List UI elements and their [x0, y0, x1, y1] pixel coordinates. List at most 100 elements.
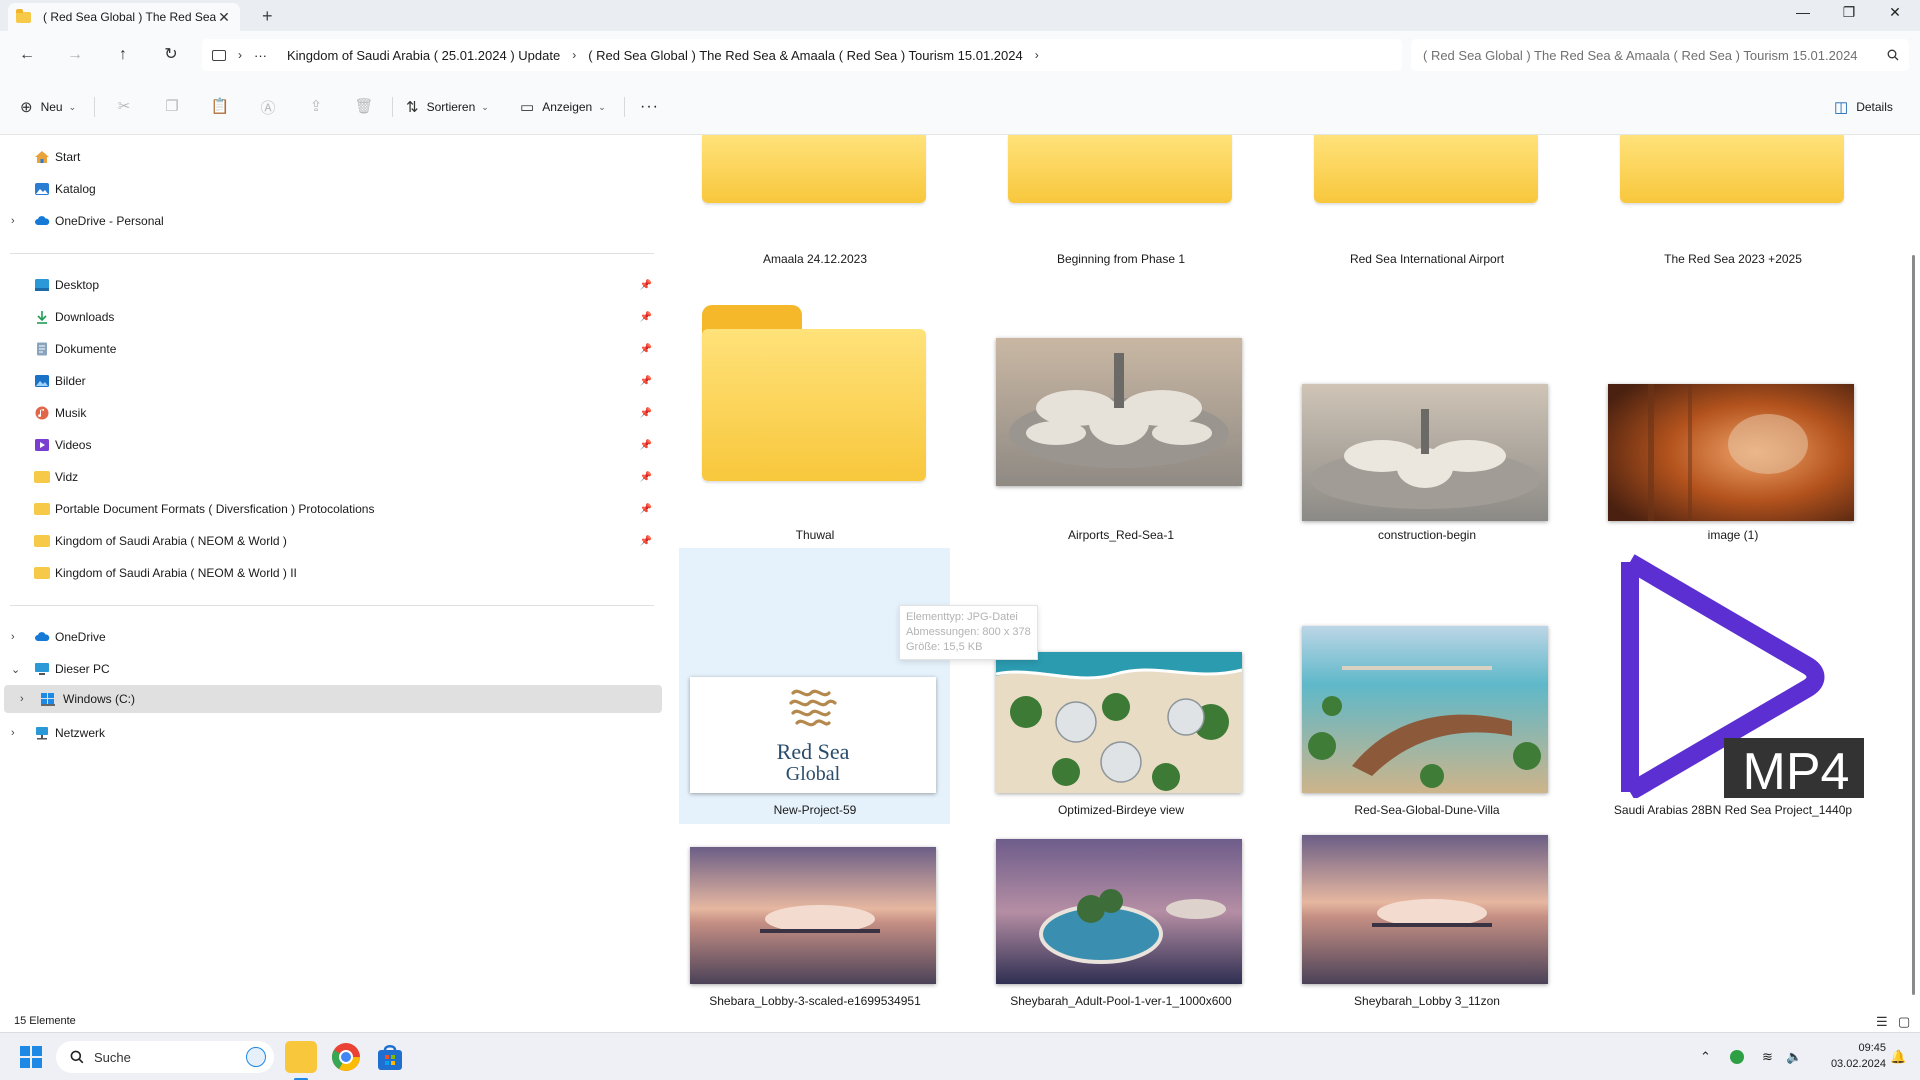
airport-thumbnail: [996, 338, 1242, 486]
sort-label: Sortieren: [426, 100, 476, 114]
refresh-button[interactable]: ↻: [159, 43, 183, 67]
file-explorer-icon[interactable]: [285, 1041, 317, 1080]
copy-icon[interactable]: ❐: [161, 97, 183, 117]
bing-icon[interactable]: [246, 1047, 266, 1067]
chevron-right-icon[interactable]: ›: [11, 215, 15, 227]
tab-red-sea-global[interactable]: ( Red Sea Global ) The Red Sea ✕: [8, 3, 240, 31]
pin-icon[interactable]: 📌: [640, 376, 652, 387]
folder-item[interactable]: Thuwal: [680, 305, 950, 542]
folder-item[interactable]: Amaala 24.12.2023: [680, 135, 950, 275]
chevron-right-icon: ›: [572, 48, 577, 62]
folder-item[interactable]: Red Sea International Airport: [1292, 135, 1562, 275]
chevron-right-icon[interactable]: ›: [11, 631, 15, 643]
chevron-right-icon[interactable]: ›: [11, 727, 15, 739]
image-item[interactable]: Airports_Red-Sea-1: [986, 305, 1256, 542]
chrome-icon[interactable]: [330, 1041, 362, 1073]
sidebar-item-dokumente[interactable]: Dokumente 📌: [0, 335, 662, 363]
sidebar-item-start[interactable]: Start: [0, 143, 662, 171]
image-item[interactable]: construction-begin: [1292, 305, 1562, 542]
wifi-icon[interactable]: ≋: [1762, 1033, 1773, 1080]
sort-button[interactable]: ⇅ Sortieren ⌄: [406, 97, 489, 117]
view-button[interactable]: ▭ Anzeigen ⌄: [520, 97, 606, 117]
pin-icon[interactable]: 📌: [640, 536, 652, 547]
chevron-down-icon: ⌄: [481, 101, 489, 112]
windows-start-icon[interactable]: [20, 1046, 42, 1068]
image-item[interactable]: Sheybarah_Lobby 3_11zon: [1292, 835, 1562, 1008]
cut-icon[interactable]: ✂: [113, 97, 135, 117]
image-item[interactable]: image (1): [1598, 305, 1868, 542]
logo-text-line2: Global: [785, 763, 841, 785]
pin-icon[interactable]: 📌: [640, 472, 652, 483]
image-item-selected[interactable]: Red Sea Global New-Project-59: [680, 548, 950, 824]
paste-icon[interactable]: 📋: [209, 97, 231, 117]
pin-icon[interactable]: 📌: [640, 312, 652, 323]
maximize-button[interactable]: ❐: [1826, 4, 1872, 26]
search-input[interactable]: ( Red Sea Global ) The Red Sea & Amaala …: [1411, 39, 1909, 71]
sidebar-item-ksa-neom[interactable]: Kingdom of Saudi Arabia ( NEOM & World )…: [0, 527, 662, 555]
pin-icon[interactable]: 📌: [640, 344, 652, 355]
volume-icon[interactable]: 🔈: [1786, 1033, 1802, 1080]
security-icon[interactable]: [1730, 1033, 1744, 1080]
sidebar-item-bilder[interactable]: Bilder 📌: [0, 367, 662, 395]
notification-bell-icon[interactable]: 🔔: [1890, 1033, 1906, 1080]
image-item[interactable]: Optimized-Birdeye view: [986, 548, 1256, 824]
share-icon[interactable]: ⇪: [305, 97, 327, 117]
rename-icon[interactable]: Ⓐ: [257, 97, 279, 117]
close-window-button[interactable]: ✕: [1872, 4, 1918, 26]
store-icon[interactable]: [374, 1041, 406, 1073]
folder-item[interactable]: The Red Sea 2023 +2025: [1598, 135, 1868, 275]
image-item[interactable]: Sheybarah_Adult-Pool-1-ver-1_1000x600: [986, 835, 1256, 1008]
vertical-scrollbar[interactable]: [1912, 255, 1915, 995]
breadcrumb-item[interactable]: ( Red Sea Global ) The Red Sea & Amaala …: [588, 48, 1023, 63]
pin-icon[interactable]: 📌: [640, 280, 652, 291]
divider: [624, 97, 625, 117]
pin-icon[interactable]: 📌: [640, 504, 652, 515]
desktop-icon: [35, 279, 49, 291]
delete-icon[interactable]: 🗑: [353, 97, 375, 117]
breadcrumb-overflow[interactable]: ···: [254, 48, 267, 63]
sidebar-item-netzwerk[interactable]: › Netzwerk: [0, 719, 662, 747]
new-button[interactable]: ⊕ Neu ⌄: [20, 97, 76, 117]
sidebar-item-vidz[interactable]: Vidz 📌: [0, 463, 662, 491]
network-icon: [36, 727, 48, 740]
details-button[interactable]: ◫ Details: [1834, 97, 1893, 117]
folder-icon: [34, 503, 50, 515]
image-item[interactable]: Red-Sea-Global-Dune-Villa: [1292, 548, 1562, 824]
sidebar-item-onedrive-personal[interactable]: › OneDrive - Personal: [0, 207, 662, 235]
details-view-icon[interactable]: ☰: [1876, 1014, 1888, 1030]
item-label: Airports_Red-Sea-1: [1067, 528, 1175, 542]
more-options-button[interactable]: ···: [640, 97, 659, 117]
forward-button[interactable]: →: [63, 43, 87, 67]
sidebar-item-desktop[interactable]: Desktop 📌: [0, 271, 662, 299]
minimize-button[interactable]: —: [1780, 4, 1826, 26]
breadcrumb[interactable]: › ··· Kingdom of Saudi Arabia ( 25.01.20…: [202, 39, 1402, 71]
pin-icon[interactable]: 📌: [640, 440, 652, 451]
show-hidden-icons[interactable]: ⌃: [1700, 1033, 1711, 1080]
sidebar-item-musik[interactable]: Musik 📌: [0, 399, 662, 427]
drive-icon: [41, 693, 55, 706]
sidebar-item-videos[interactable]: Videos 📌: [0, 431, 662, 459]
up-button[interactable]: ↑: [111, 43, 135, 67]
sidebar-item-ksa-neom-ii[interactable]: Kingdom of Saudi Arabia ( NEOM & World )…: [0, 559, 662, 587]
back-button[interactable]: ←: [15, 43, 39, 67]
new-tab-button[interactable]: +: [262, 6, 273, 27]
chevron-down-icon[interactable]: ⌄: [11, 663, 20, 676]
image-item[interactable]: Shebara_Lobby-3-scaled-e1699534951: [680, 835, 950, 1008]
chevron-right-icon[interactable]: ›: [20, 693, 24, 705]
sidebar-item-onedrive[interactable]: › OneDrive: [0, 623, 662, 651]
sidebar-item-dieser-pc[interactable]: ⌄ Dieser PC: [0, 655, 662, 683]
item-label: Saudi Arabias 28BN Red Sea Project_1440p: [1613, 803, 1853, 817]
breadcrumb-item[interactable]: Kingdom of Saudi Arabia ( 25.01.2024 ) U…: [287, 48, 560, 63]
folder-item[interactable]: Beginning from Phase 1: [986, 135, 1256, 275]
tiles-view-icon[interactable]: ▢: [1898, 1014, 1910, 1030]
pin-icon[interactable]: 📌: [640, 408, 652, 419]
video-item[interactable]: MP4 Saudi Arabias 28BN Red Sea Project_1…: [1598, 548, 1868, 824]
item-label: Shebara_Lobby-3-scaled-e1699534951: [709, 994, 921, 1008]
tab-close-button[interactable]: ✕: [216, 9, 232, 26]
sidebar-item-katalog[interactable]: Katalog: [0, 175, 662, 203]
taskbar-search-box[interactable]: Suche: [56, 1041, 274, 1073]
sidebar-item-downloads[interactable]: Downloads 📌: [0, 303, 662, 331]
sidebar-item-pdf-folder[interactable]: Portable Document Formats ( Diversficati…: [0, 495, 662, 523]
sidebar-item-windows-c[interactable]: › Windows (C:): [4, 685, 662, 713]
clock[interactable]: 09:45 03.02.2024: [1810, 1040, 1886, 1072]
